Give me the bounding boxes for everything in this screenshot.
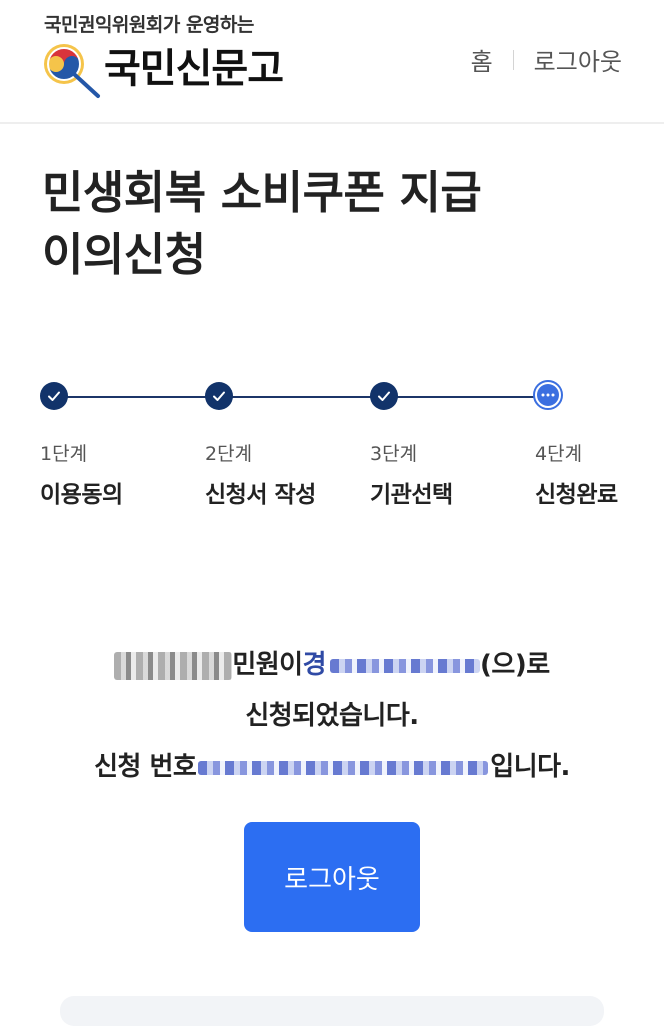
logo-wordmark[interactable]: 국민신문고 [104, 36, 284, 94]
step-4-label: 신청완료 [535, 482, 618, 508]
redacted-applicant [114, 651, 233, 680]
logo-tagline: 국민권익위원회가 운영하는 [44, 14, 254, 36]
progress-stepper: 1단계 이용동의 2단계 신청서 작성 3단계 기관선택 4단계 신청완료 [40, 380, 640, 522]
completion-message: 민원이 경 (으)로 신청되었습니다. 신청 번호 입니다. [0, 640, 664, 793]
step-3-check-icon [370, 382, 398, 410]
application-number-label: 신청 번호 [94, 752, 197, 782]
step-3: 3단계 기관선택 [370, 382, 530, 508]
nav-divider [512, 49, 514, 70]
message-text-mid: 민원이 [232, 650, 303, 680]
bottom-panel-edge [60, 996, 604, 1026]
site-header: 국민권익위원회가 운영하는 국민신문고 홈 로그아웃 [0, 0, 664, 124]
step-3-label: 기관선택 [370, 482, 453, 508]
step-1-number: 1단계 [40, 443, 88, 465]
step-4: 4단계 신청완료 [533, 380, 664, 508]
step-4-current-icon [533, 380, 563, 410]
step-1: 1단계 이용동의 [40, 382, 200, 508]
nav-logout-link[interactable]: 로그아웃 [534, 42, 622, 77]
message-text-tail: 입니다. [490, 752, 570, 782]
taegeuk-emblem-icon [44, 44, 100, 98]
logout-button[interactable]: 로그아웃 [244, 822, 420, 932]
step-2: 2단계 신청서 작성 [205, 382, 365, 508]
page-title-line1: 민생회복 소비쿠폰 지급 [42, 166, 482, 219]
step-1-label: 이용동의 [40, 482, 123, 508]
agency-name: 경 [303, 640, 481, 691]
message-text-end: (으)로 [480, 650, 550, 680]
message-line-1: 민원이 경 (으)로 [0, 640, 664, 691]
message-line-2: 신청되었습니다. [245, 701, 419, 731]
top-nav: 홈 로그아웃 [471, 42, 622, 77]
step-2-label: 신청서 작성 [205, 482, 316, 508]
step-1-check-icon [40, 382, 68, 410]
page-title-line2: 이의신청 [42, 228, 206, 281]
message-line-3: 신청 번호 입니다. [0, 742, 664, 793]
step-4-number: 4단계 [535, 443, 583, 465]
step-3-number: 3단계 [370, 443, 418, 465]
page-title: 민생회복 소비쿠폰 지급 이의신청 [42, 162, 602, 286]
step-2-number: 2단계 [205, 443, 253, 465]
step-2-check-icon [205, 382, 233, 410]
redacted-application-number [198, 760, 489, 775]
nav-home-link[interactable]: 홈 [471, 42, 493, 77]
